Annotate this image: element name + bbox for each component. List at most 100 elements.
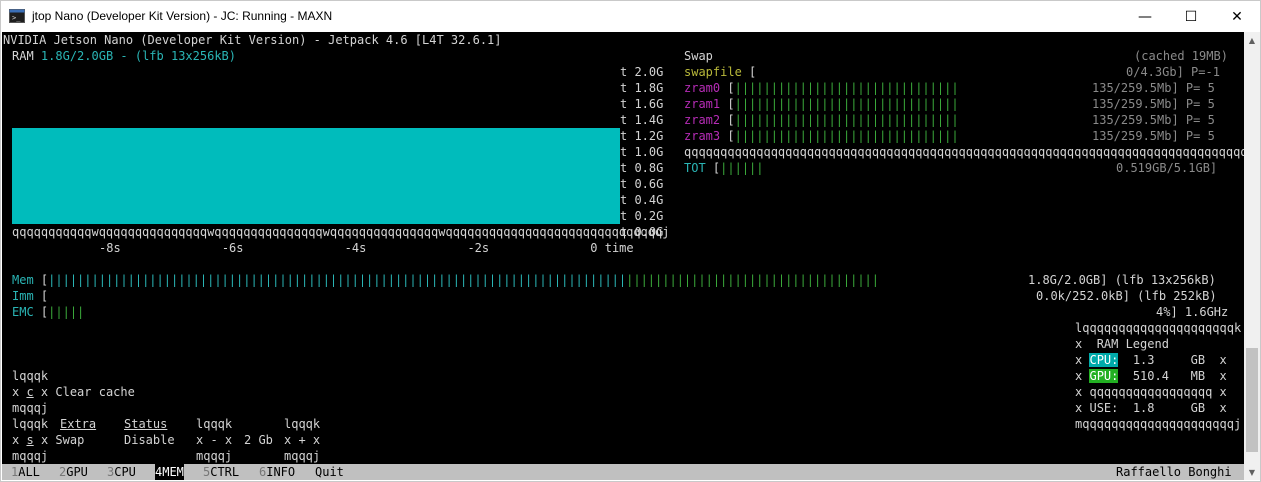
minimize-button[interactable]: — <box>1122 1 1168 32</box>
legend-bottom-border: mqqqqqqqqqqqqqqqqqqqqqj <box>1075 417 1242 431</box>
close-button[interactable]: ✕ <box>1214 1 1260 32</box>
emc-label: EMC <box>12 305 34 319</box>
clear-cache-border-left: x <box>12 385 27 399</box>
swap-button-border-left: x <box>12 433 20 447</box>
clear-cache-button-top[interactable]: lqqqk <box>12 368 48 384</box>
increase-button-top[interactable]: lqqqk <box>284 416 320 432</box>
decrease-button-bottom[interactable]: mqqqj <box>196 448 232 464</box>
extra-heading: Extra <box>60 417 97 431</box>
imm-meter: Imm [ <box>12 288 48 304</box>
scroll-up-icon[interactable]: ▲ <box>1244 32 1260 48</box>
ram-y-tick: t 0.6G <box>620 177 664 191</box>
legend-side: x <box>1075 401 1083 415</box>
decrease-button-top[interactable]: lqqqk <box>196 416 232 432</box>
mem-label: Mem <box>12 273 34 287</box>
increase-swap-button[interactable]: x + x <box>284 432 320 448</box>
legend-use-value: 1.8 <box>1132 401 1155 415</box>
decrease-swap-button[interactable]: x - x <box>196 432 232 448</box>
legend-side: x <box>1075 353 1083 367</box>
ram-y-tick: t 1.4G <box>620 113 664 127</box>
clear-cache-border-right: x <box>33 385 49 399</box>
imm-label: Imm <box>12 289 34 303</box>
tab-cpu[interactable]: 3CPU <box>107 464 136 480</box>
swap-device-bar-text: [||||||||||||||||||||||||||||||| <box>727 97 959 111</box>
swap-total-value: 0.519GB/5.1GB] <box>1116 161 1218 175</box>
ram-usage-area <box>12 128 620 224</box>
legend-side: x <box>1219 353 1227 367</box>
ram-x-axis-line: qqqqqqqqqqqwqqqqqqqqqqqqqqqwqqqqqqqqqqqq… <box>12 225 670 239</box>
scroll-down-icon[interactable]: ▼ <box>1244 464 1260 480</box>
legend-side: x <box>1075 337 1083 351</box>
legend-cpu-unit: GB <box>1190 353 1206 367</box>
swap-button[interactable]: x s x Swap <box>12 432 84 448</box>
tab-mem[interactable]: 4MEM <box>155 464 184 480</box>
title-bar[interactable]: >_ jtop Nano (Developer Kit Version) - J… <box>1 1 1260 32</box>
terminal-content[interactable]: NVIDIA Jetson Nano (Developer Kit Versio… <box>2 32 1244 480</box>
legend-title: RAM Legend <box>1096 337 1169 351</box>
swap-device-value: 135/259.5Mb] P= 5 <box>1092 113 1215 127</box>
swap-device-bar: [||||||||||||||||||||||||||||||| <box>727 97 958 111</box>
tab-label: Quit <box>315 465 344 479</box>
legend-gpu-row: x GPU: 510.4 MB x <box>1075 368 1227 384</box>
legend-side: x <box>1219 401 1227 415</box>
tab-all[interactable]: 1ALL <box>11 464 40 480</box>
svg-text:>_: >_ <box>12 14 21 22</box>
tab-bar: 1ALL 2GPU 3CPU 4MEM 5CTRL 6INFO Quit Raffaello… <box>2 464 1244 480</box>
ram-y-tick: t 1.0G <box>620 145 664 159</box>
swap-device-bar-text: [||||||||||||||||||||||||||||||| <box>727 81 959 95</box>
increase-button-bottom[interactable]: mqqqj <box>284 448 320 464</box>
swap-button-top[interactable]: lqqqk <box>12 416 48 432</box>
vertical-scrollbar[interactable]: ▲ ▼ <box>1244 32 1260 480</box>
swap-device-value: 135/259.5Mb] P= 5 <box>1092 97 1215 111</box>
maximize-button[interactable]: ☐ <box>1168 1 1214 32</box>
tab-label: CPU <box>114 465 136 479</box>
mem-value: 1.8G/2.0GB] (lfb 13x256kB) <box>1028 273 1216 287</box>
scrollbar-thumb[interactable] <box>1246 348 1258 452</box>
swap-device-bar: [ <box>749 65 756 79</box>
tab-info[interactable]: 6INFO <box>259 464 295 480</box>
swap-button-bottom[interactable]: mqqqj <box>12 448 48 464</box>
maximize-icon: ☐ <box>1184 8 1198 25</box>
mem-bar-cpu: ||||||||||||||||||||||||||||||||||||||||… <box>48 273 627 287</box>
swap-size-value: 2 Gb <box>244 433 273 447</box>
swap-row: zram3 [||||||||||||||||||||||||||||||| <box>684 128 959 144</box>
swap-device-value: 0/4.3Gb] P=-1 <box>1126 65 1220 79</box>
clear-cache-button[interactable]: x c x Clear cache <box>12 384 135 400</box>
system-header: NVIDIA Jetson Nano (Developer Kit Versio… <box>3 33 502 47</box>
ram-y-tick: t 2.0G <box>620 65 664 79</box>
ram-y-tick: t 1.8G <box>620 81 664 95</box>
legend-side: x <box>1075 369 1083 383</box>
swap-title: Swap <box>684 49 713 63</box>
swap-row: swapfile [ <box>684 64 756 80</box>
ram-x-axis-labels: -8s -6s -4s -2s 0 time <box>99 241 634 255</box>
legend-side: x <box>1219 385 1227 399</box>
tab-ctrl[interactable]: 5CTRL <box>203 464 239 480</box>
swap-device-name: zram1 <box>684 97 721 111</box>
tab-gpu[interactable]: 2GPU <box>59 464 88 480</box>
clear-cache-button-bottom[interactable]: mqqqj <box>12 400 48 416</box>
legend-use-unit: GB <box>1190 401 1206 415</box>
ram-value: 1.8G/2.0GB - (lfb 13x256kB) <box>40 49 236 63</box>
minimize-icon: — <box>1138 8 1152 25</box>
swap-total-bar-text: [|||||| <box>712 161 764 175</box>
swap-row: zram0 [||||||||||||||||||||||||||||||| <box>684 80 959 96</box>
swap-device-name: zram3 <box>684 129 721 143</box>
swap-button-label: Swap <box>55 433 85 447</box>
legend-sep-row: x qqqqqqqqqqqqqqqqq x <box>1075 384 1227 400</box>
tab-label: CTRL <box>210 465 240 479</box>
legend-side: x <box>1219 369 1227 383</box>
swap-device-name: zram0 <box>684 81 721 95</box>
swap-device-bar: [||||||||||||||||||||||||||||||| <box>727 113 958 127</box>
clear-cache-key: c <box>26 385 34 399</box>
legend-cpu-value: 1.3 <box>1132 353 1155 367</box>
swap-cached: (cached 19MB) <box>1134 49 1228 63</box>
imm-value: 0.0k/252.0kB] (lfb 252kB) <box>1036 289 1217 303</box>
tab-quit[interactable]: Quit <box>315 464 344 480</box>
swap-total-label: TOT <box>684 161 706 175</box>
close-icon: ✕ <box>1231 8 1243 25</box>
legend-cpu-label: CPU: <box>1089 353 1119 367</box>
app-icon: >_ <box>9 9 25 23</box>
swap-total-bar: [|||||| <box>713 161 764 175</box>
legend-gpu-label: GPU: <box>1089 369 1119 383</box>
legend-separator: qqqqqqqqqqqqqqqqq <box>1089 385 1213 399</box>
